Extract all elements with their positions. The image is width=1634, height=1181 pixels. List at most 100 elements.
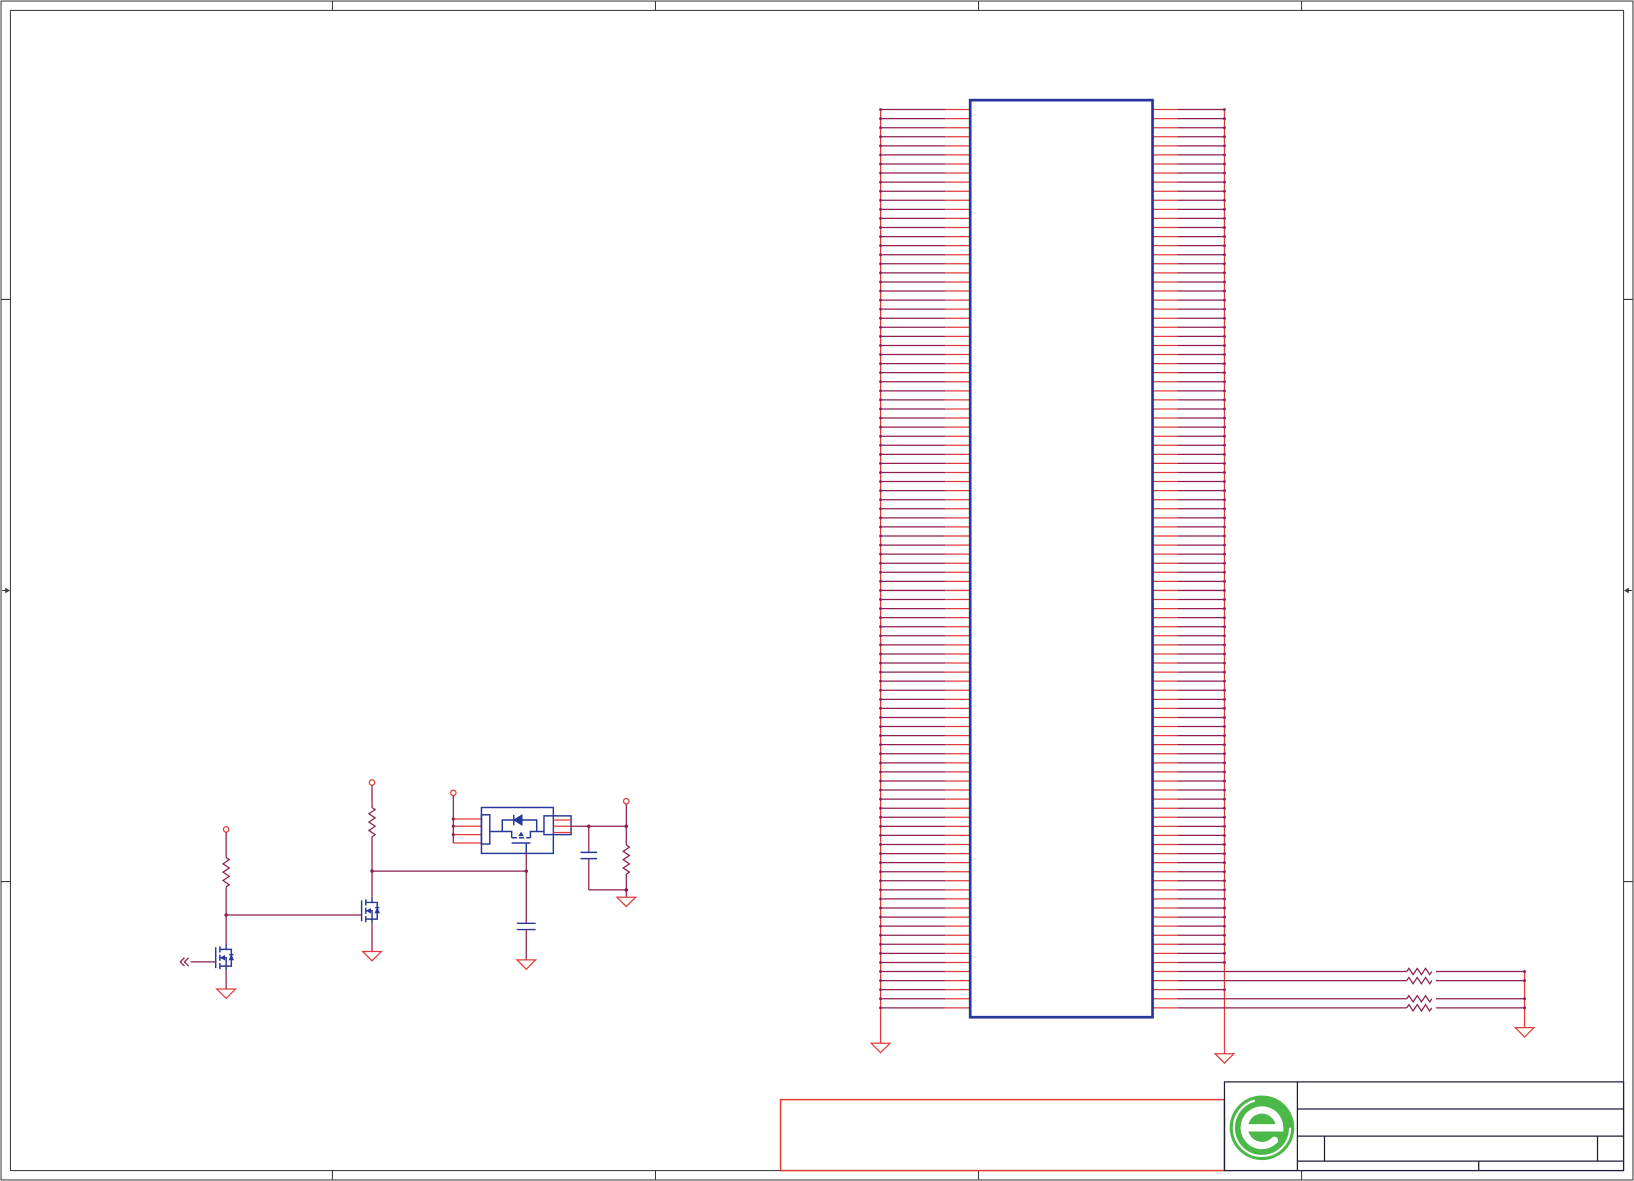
junction-dot [879,951,883,955]
junction-dot [1222,108,1226,112]
junction-dot [524,869,529,873]
junction-dot [879,443,883,447]
junction-dot [879,815,883,819]
junction-dot [1222,235,1226,239]
junction-dot [879,970,883,973]
junction-dot [879,416,883,420]
junction-dot [879,226,883,229]
junction-dot [1222,670,1226,674]
junction-dot [879,489,883,493]
junction-dot [1222,471,1226,474]
junction-dot [879,634,883,638]
junction-dot [879,126,883,130]
junction-dot [879,734,883,738]
junction-dot [1222,480,1226,484]
power-rail-icon [368,779,376,786]
junction-dot [1222,806,1226,810]
junction-dot [1222,325,1226,329]
junction-dot [1222,489,1226,493]
junction-dot [879,271,883,275]
junction-dot [1222,207,1226,211]
junction-dot [1222,797,1226,801]
junction-dot [1222,216,1226,220]
junction-dot [1222,725,1226,728]
junction-dot [1523,979,1527,983]
junction-dot [1222,153,1226,157]
junction-dot [1222,516,1226,520]
junction-dot [879,897,883,901]
junction-dot [879,933,883,937]
junction-dot [879,625,883,629]
junction-dot [879,879,883,883]
junction-dot [1222,307,1226,311]
junction-dot [1222,688,1226,692]
junction-dot [879,924,883,928]
junction-dot [1222,625,1226,629]
junction-dot [1222,752,1226,756]
junction-dot [879,888,883,892]
junction-dot [879,997,883,1001]
junction-dot [1222,716,1226,719]
junction-dot [1222,198,1226,202]
junction-dot [879,906,883,910]
junction-dot [1523,970,1527,973]
junction-dot [879,362,883,366]
junction-dot [879,679,883,683]
junction-dot [1222,226,1226,229]
junction-dot [1222,788,1226,792]
junction-dot [1222,824,1226,828]
junction-dot [879,135,883,139]
junction-dot [879,244,883,248]
junction-dot [1222,552,1226,556]
junction-dot [879,752,883,756]
junction-dot [1222,570,1226,574]
junction-dot [1222,262,1226,266]
junction-dot [1222,634,1226,638]
junction-dot [879,833,883,837]
junction-dot [1222,126,1226,130]
junction-dot [879,117,883,121]
junction-dot [1222,171,1226,175]
junction-dot [1222,407,1226,411]
junction-dot [1222,144,1226,148]
junction-dot [1222,915,1226,919]
junction-dot [879,334,883,338]
junction-dot [1222,643,1226,647]
junction-dot [1222,598,1226,601]
junction-dot [1523,1006,1527,1010]
junction-dot [1222,933,1226,937]
junction-dot [879,779,883,783]
junction-dot [879,371,883,375]
junction-dot [1222,189,1226,193]
junction-dot [879,661,883,665]
junction-dot [451,833,455,837]
junction-dot [1222,906,1226,910]
junction-dot [879,725,883,728]
junction-dot [879,262,883,266]
junction-dot [451,817,455,821]
junction-dot [1222,833,1226,837]
junction-dot [1222,443,1226,447]
junction-dot [879,516,883,520]
junction-dot [879,235,883,239]
junction-dot [1222,870,1226,874]
junction-dot [879,153,883,157]
junction-dot [879,870,883,874]
schematic-sheet [0,0,1634,1181]
junction-dot [879,389,883,393]
junction-dot [1222,316,1226,320]
junction-dot [879,471,883,474]
junction-dot [879,716,883,719]
junction-dot [879,162,883,166]
junction-dot [879,670,883,674]
junction-dot [879,688,883,692]
junction-dot [1222,362,1226,366]
junction-dot [1222,543,1226,547]
junction-dot [879,461,883,465]
junction-dot [1222,498,1226,502]
junction-dot [1222,697,1226,701]
junction-dot [1222,661,1226,665]
junction-dot [1222,371,1226,375]
power-rail-icon [222,826,230,833]
junction-dot [879,643,883,647]
